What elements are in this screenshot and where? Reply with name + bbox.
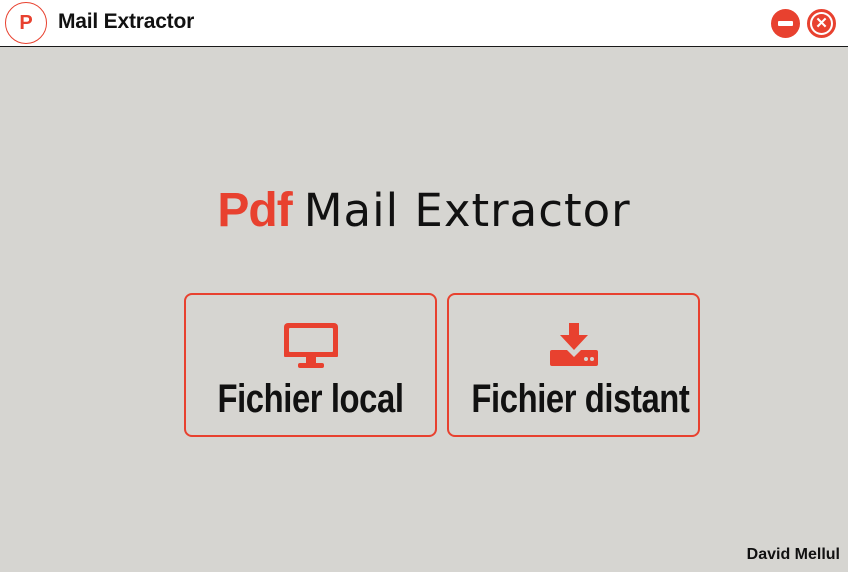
close-button[interactable]: ✕ xyxy=(807,9,836,38)
minimize-button[interactable] xyxy=(771,9,800,38)
window-title: Mail Extractor xyxy=(58,10,195,33)
author-credit: David Mellul xyxy=(746,546,840,563)
heading-title: Mail Extractor xyxy=(303,184,631,237)
app-logo: P xyxy=(5,2,47,44)
monitor-icon xyxy=(186,323,435,369)
remote-file-label: Fichier distant xyxy=(471,377,690,421)
app-heading: Pdf Mail Extractor xyxy=(0,183,848,238)
heading-brand: Pdf xyxy=(217,184,292,237)
close-icon: ✕ xyxy=(812,14,831,33)
title-bar: P Mail Extractor ✕ xyxy=(0,0,848,47)
remote-file-button[interactable]: Fichier distant xyxy=(447,293,700,437)
local-file-button[interactable]: Fichier local xyxy=(184,293,437,437)
local-file-label: Fichier local xyxy=(217,377,404,421)
download-server-icon xyxy=(449,323,698,369)
app-logo-letter: P xyxy=(19,11,33,34)
